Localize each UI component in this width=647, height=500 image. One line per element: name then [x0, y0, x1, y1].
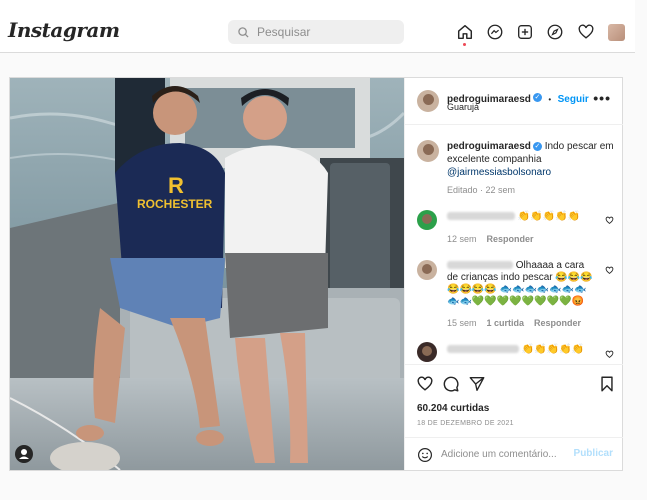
caption-mention-link[interactable]: @jairmessiasbolsonaro [447, 167, 551, 178]
post-sidebar: pedroguimaraesd ✓ • Seguir Guarujá ••• pe… [404, 78, 623, 470]
post-card: R ROCHESTER pedroguimaraesd ✓ • Seguir G… [9, 77, 623, 471]
post-date: 18 DE DEZEMBRO DE 2021 [417, 420, 514, 427]
post-actions: 60.204 curtidas 18 DE DEZEMBRO DE 2021 P… [405, 364, 623, 471]
shirt-text: ROCHESTER [137, 197, 213, 211]
profile-avatar[interactable] [608, 24, 625, 41]
home-icon[interactable] [455, 22, 475, 42]
comment-likes-count[interactable]: 1 curtida [487, 318, 525, 328]
like-heart-icon[interactable] [416, 375, 434, 393]
edited-timestamp: Editado · 22 sem [447, 185, 516, 195]
post-caption: pedroguimaraesd ✓ Indo pescar em excelent… [447, 140, 615, 179]
activity-heart-icon[interactable] [576, 22, 596, 42]
comment-time: 12 sem [447, 234, 477, 244]
comment-1: 👏👏👏👏👏 [447, 211, 597, 223]
boat-photo-illustration: R ROCHESTER [10, 78, 404, 470]
comment-time: 15 sem [447, 318, 477, 328]
reply-button[interactable]: Responder [534, 318, 581, 328]
search-icon [238, 26, 249, 38]
save-bookmark-icon[interactable] [598, 375, 616, 393]
messenger-icon[interactable] [485, 22, 505, 42]
comment-3: 👏👏👏👏👏 [447, 344, 597, 356]
likes-count[interactable]: 60.204 curtidas [417, 403, 489, 414]
blurred-username[interactable] [447, 212, 515, 221]
separator: • [548, 95, 552, 104]
search-bar[interactable] [228, 20, 404, 44]
comment-2-meta: 15 sem 1 curtida Responder [447, 318, 581, 328]
blurred-username[interactable] [447, 345, 519, 354]
top-navigation-bar: Instagram [0, 0, 635, 53]
caption-avatar[interactable] [417, 140, 439, 162]
comment-bubble-icon[interactable] [442, 375, 460, 393]
comment-1-meta: 12 sem Responder [447, 234, 534, 244]
explore-icon[interactable] [545, 22, 565, 42]
location-link[interactable]: Guarujá [447, 102, 479, 112]
search-input[interactable] [255, 24, 389, 40]
post-photo[interactable]: R ROCHESTER [10, 78, 404, 470]
comment-input[interactable] [439, 448, 573, 461]
like-comment-heart-icon[interactable] [605, 266, 614, 275]
commenter-avatar[interactable] [417, 342, 437, 362]
notification-dot [463, 43, 466, 46]
verified-badge-icon: ✓ [532, 141, 542, 151]
emoji-smiley-icon[interactable] [417, 447, 433, 463]
more-options-icon[interactable]: ••• [593, 90, 611, 106]
new-post-icon[interactable] [515, 22, 535, 42]
commenter-avatar-brazil-flag[interactable] [417, 210, 437, 230]
reply-button[interactable]: Responder [487, 234, 534, 244]
instagram-logo[interactable]: Instagram [8, 18, 120, 42]
like-comment-heart-icon[interactable] [605, 216, 614, 225]
blurred-username[interactable] [447, 261, 513, 270]
verified-badge-icon: ✓ [532, 93, 542, 103]
like-comment-heart-icon[interactable] [605, 350, 614, 359]
comment-text: 👏👏👏👏👏 [521, 344, 585, 355]
comment-2: Olhaaaa a cara de crianças indo pescar 😂… [447, 260, 597, 308]
shirt-letter: R [168, 173, 184, 198]
author-avatar[interactable] [417, 90, 439, 112]
post-header: pedroguimaraesd ✓ • Seguir Guarujá ••• [405, 78, 623, 125]
commenter-avatar[interactable] [417, 260, 437, 280]
comment-text: 👏👏👏👏👏 [517, 211, 581, 222]
add-comment-bar: Publicar [405, 437, 623, 472]
follow-button[interactable]: Seguir [558, 94, 589, 105]
publish-button[interactable]: Publicar [574, 448, 613, 459]
share-send-icon[interactable] [468, 375, 486, 393]
caption-username[interactable]: pedroguimaraesd [447, 141, 531, 152]
